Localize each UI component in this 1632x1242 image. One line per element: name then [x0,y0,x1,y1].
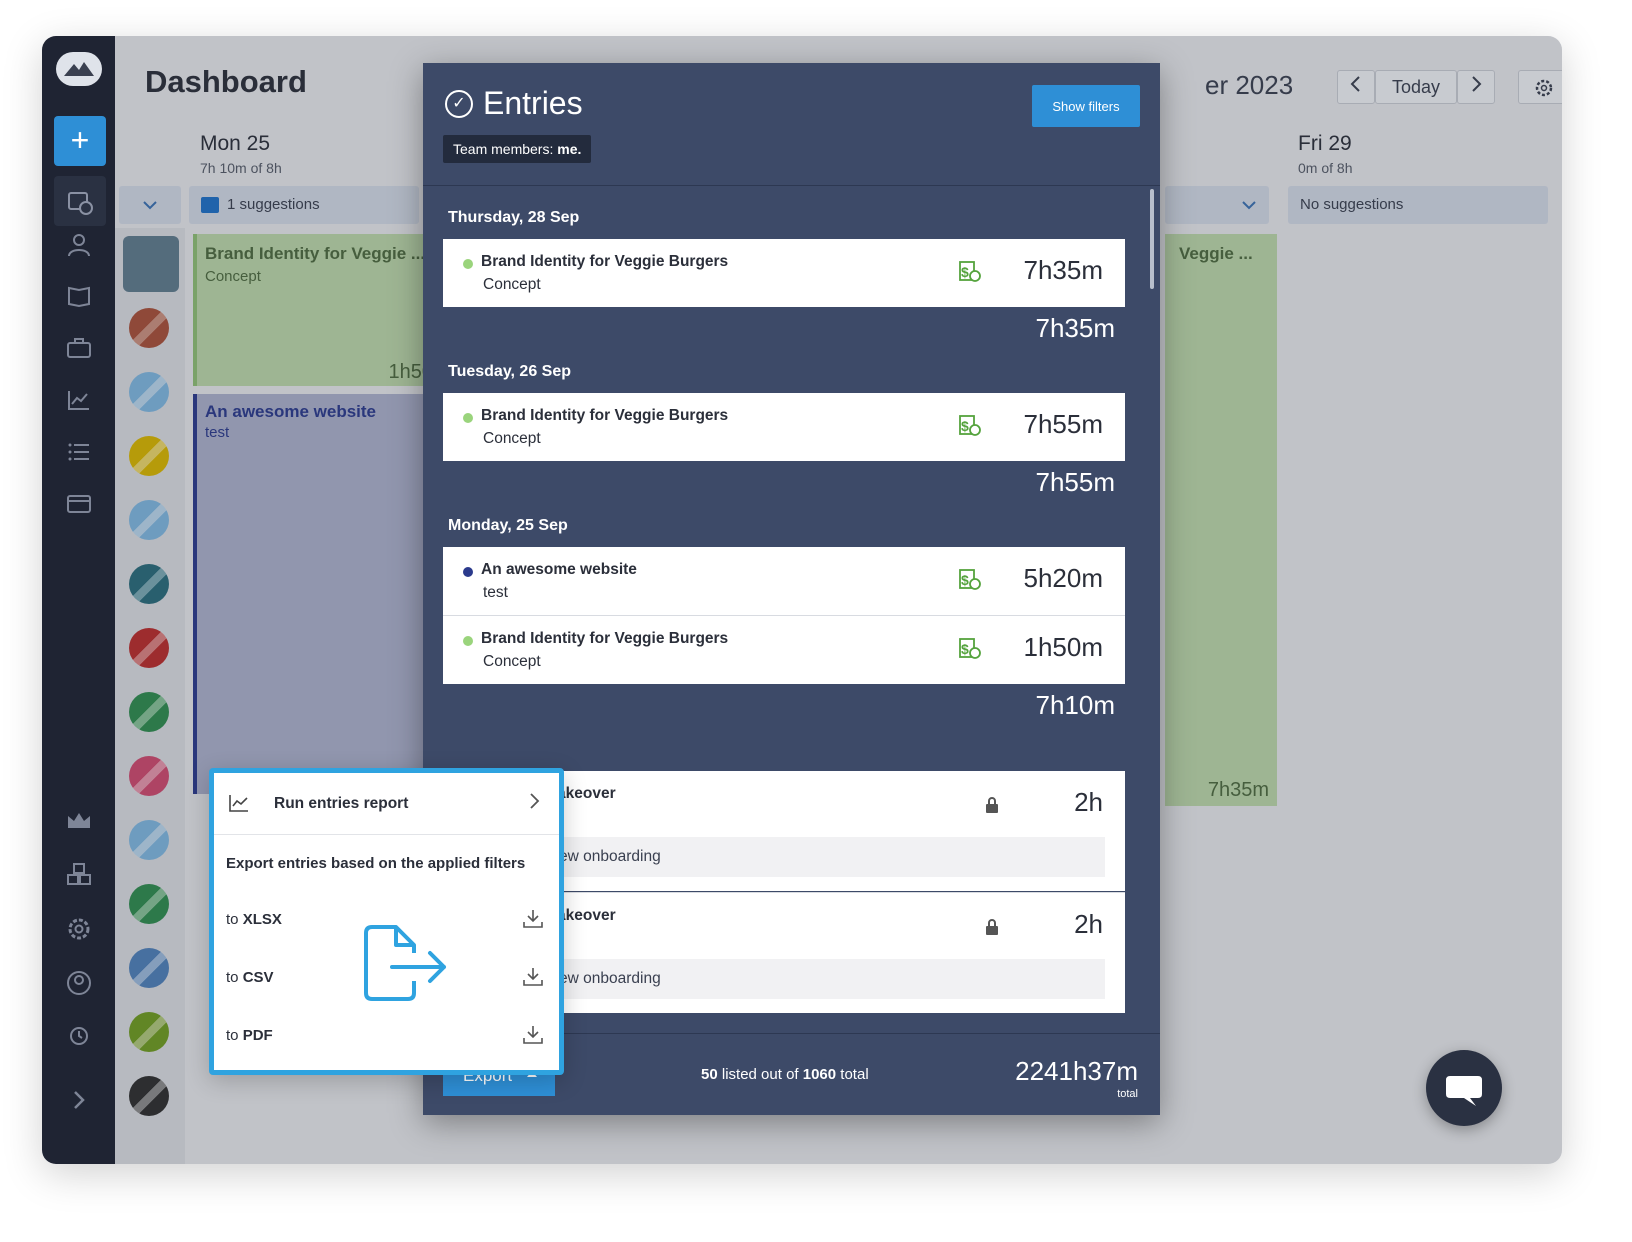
entry-subtask-text: ew onboarding [559,848,661,865]
export-format: PDF [242,1027,273,1044]
group-total: 7h10m [1035,690,1116,720]
project-color-dot [463,567,473,577]
file-export-icon [362,923,450,1007]
team-members-label: Team members: [453,141,554,157]
total-count: 1060 [802,1066,837,1083]
group-date: Thursday, 28 Sep [448,209,580,226]
listed-summary: 50 listed out of 1060 total [701,1066,869,1083]
project-color-dot [463,413,473,423]
group-date: Monday, 25 Sep [448,517,568,534]
svg-text:$: $ [961,264,969,280]
entry-project: akeover [557,907,616,924]
run-entries-report-item[interactable]: Run entries report [214,773,559,835]
download-icon [521,965,545,989]
crown-icon[interactable] [62,808,96,842]
billable-clock-icon: $ [959,568,983,592]
lock-icon [985,919,999,935]
export-format: CSV [242,969,274,986]
app-window: + Dashboard Mon 25 7h 10m of 8h Fri 29 0… [42,36,1562,1164]
download-icon [521,907,545,931]
svg-text:$: $ [961,418,969,434]
calendar-clock-icon[interactable] [54,176,106,226]
entry-row[interactable]: An awesome website test $ 5h20m [443,547,1125,615]
wallet-icon[interactable] [62,492,96,526]
export-format: XLSX [242,911,282,928]
entry-project: Brand Identity for Veggie Burgers [481,407,729,424]
listed-text: total [840,1066,869,1083]
scrollbar[interactable] [1150,189,1154,289]
check-circle-icon: ✓ [445,89,473,118]
export-prefix: to [226,911,239,928]
reports-chart-icon[interactable] [62,388,96,422]
team-members-chip[interactable]: Team members: me. [443,135,592,163]
left-sidebar: + [42,36,115,1164]
export-prefix: to [226,969,239,986]
list-icon[interactable] [62,440,96,474]
entry-task: test [483,584,508,601]
export-menu: Run entries report Export entries based … [209,768,564,1075]
grand-total: 2241h37m [1015,1056,1138,1086]
user-profile-icon[interactable] [62,970,96,1004]
download-icon [521,1023,545,1047]
chat-bubble-icon [1446,1076,1482,1106]
entry-project: An awesome website [481,561,637,578]
entry-row[interactable]: Brand Identity for Veggie Burgers Concep… [443,393,1125,461]
project-color-dot [463,636,473,646]
grand-total-label: total [1117,1088,1138,1100]
show-filters-button[interactable]: Show filters [1032,85,1140,127]
book-icon[interactable] [62,284,96,318]
group-total: 7h35m [1035,313,1116,343]
billable-clock-icon: $ [959,260,983,284]
svg-text:$: $ [961,572,969,588]
entry-duration: 7h55m [1023,409,1104,439]
chart-line-icon [228,793,250,813]
entry-project: Brand Identity for Veggie Burgers [481,253,729,270]
entry-subtask: ew onboarding [543,837,1105,877]
entry-row[interactable]: Brand Identity for Veggie Burgers Concep… [443,616,1125,684]
entry-task: Concept [483,430,541,447]
team-icon[interactable] [62,232,96,266]
export-heading: Export entries based on the applied filt… [226,855,526,872]
entry-task: Concept [483,653,541,670]
group-date: Tuesday, 26 Sep [448,363,572,380]
entries-title-text: Entries [483,85,583,121]
entry-subtask: ew onboarding [543,959,1105,999]
entries-title: ✓ Entries [445,85,583,122]
export-prefix: to [226,1027,239,1044]
entry-duration: 1h50m [1023,632,1104,662]
export-pdf-option[interactable]: to PDF [226,1021,545,1051]
entry-task: Concept [483,276,541,293]
entry-project: akeover [557,785,616,802]
add-entry-button[interactable]: + [54,116,106,166]
entry-row[interactable]: Brand Identity for Veggie Burgers Concep… [443,239,1125,307]
entry-subtask-text: ew onboarding [559,970,661,987]
export-option-label: to CSV [226,969,274,986]
billable-clock-icon: $ [959,414,983,438]
cubes-icon[interactable] [62,862,96,896]
gear-icon[interactable] [62,916,96,950]
project-color-dot [463,259,473,269]
billable-clock-icon: $ [959,637,983,661]
group-total: 7h55m [1035,467,1116,497]
listed-text: listed out of [721,1066,799,1083]
entry-duration: 7h35m [1023,255,1104,285]
svg-text:$: $ [961,641,969,657]
chevron-right-icon [529,791,541,817]
expand-sidebar-chevron-icon[interactable] [62,1088,96,1122]
entry-duration: 2h [1074,909,1103,939]
listed-count: 50 [701,1066,718,1083]
lock-icon [985,797,999,813]
run-report-label: Run entries report [274,795,409,812]
chat-support-button[interactable] [1426,1050,1502,1126]
export-option-label: to PDF [226,1027,273,1044]
entry-duration: 2h [1074,787,1103,817]
entry-project: Brand Identity for Veggie Burgers [481,630,729,647]
logo-icon[interactable] [56,52,102,86]
entries-header: ✓ Entries Show filters Team members: me. [423,63,1160,186]
team-members-value: me. [557,141,582,157]
briefcase-icon[interactable] [62,336,96,370]
export-option-label: to XLSX [226,911,282,928]
entry-duration: 5h20m [1023,563,1104,593]
history-icon[interactable] [62,1024,96,1058]
